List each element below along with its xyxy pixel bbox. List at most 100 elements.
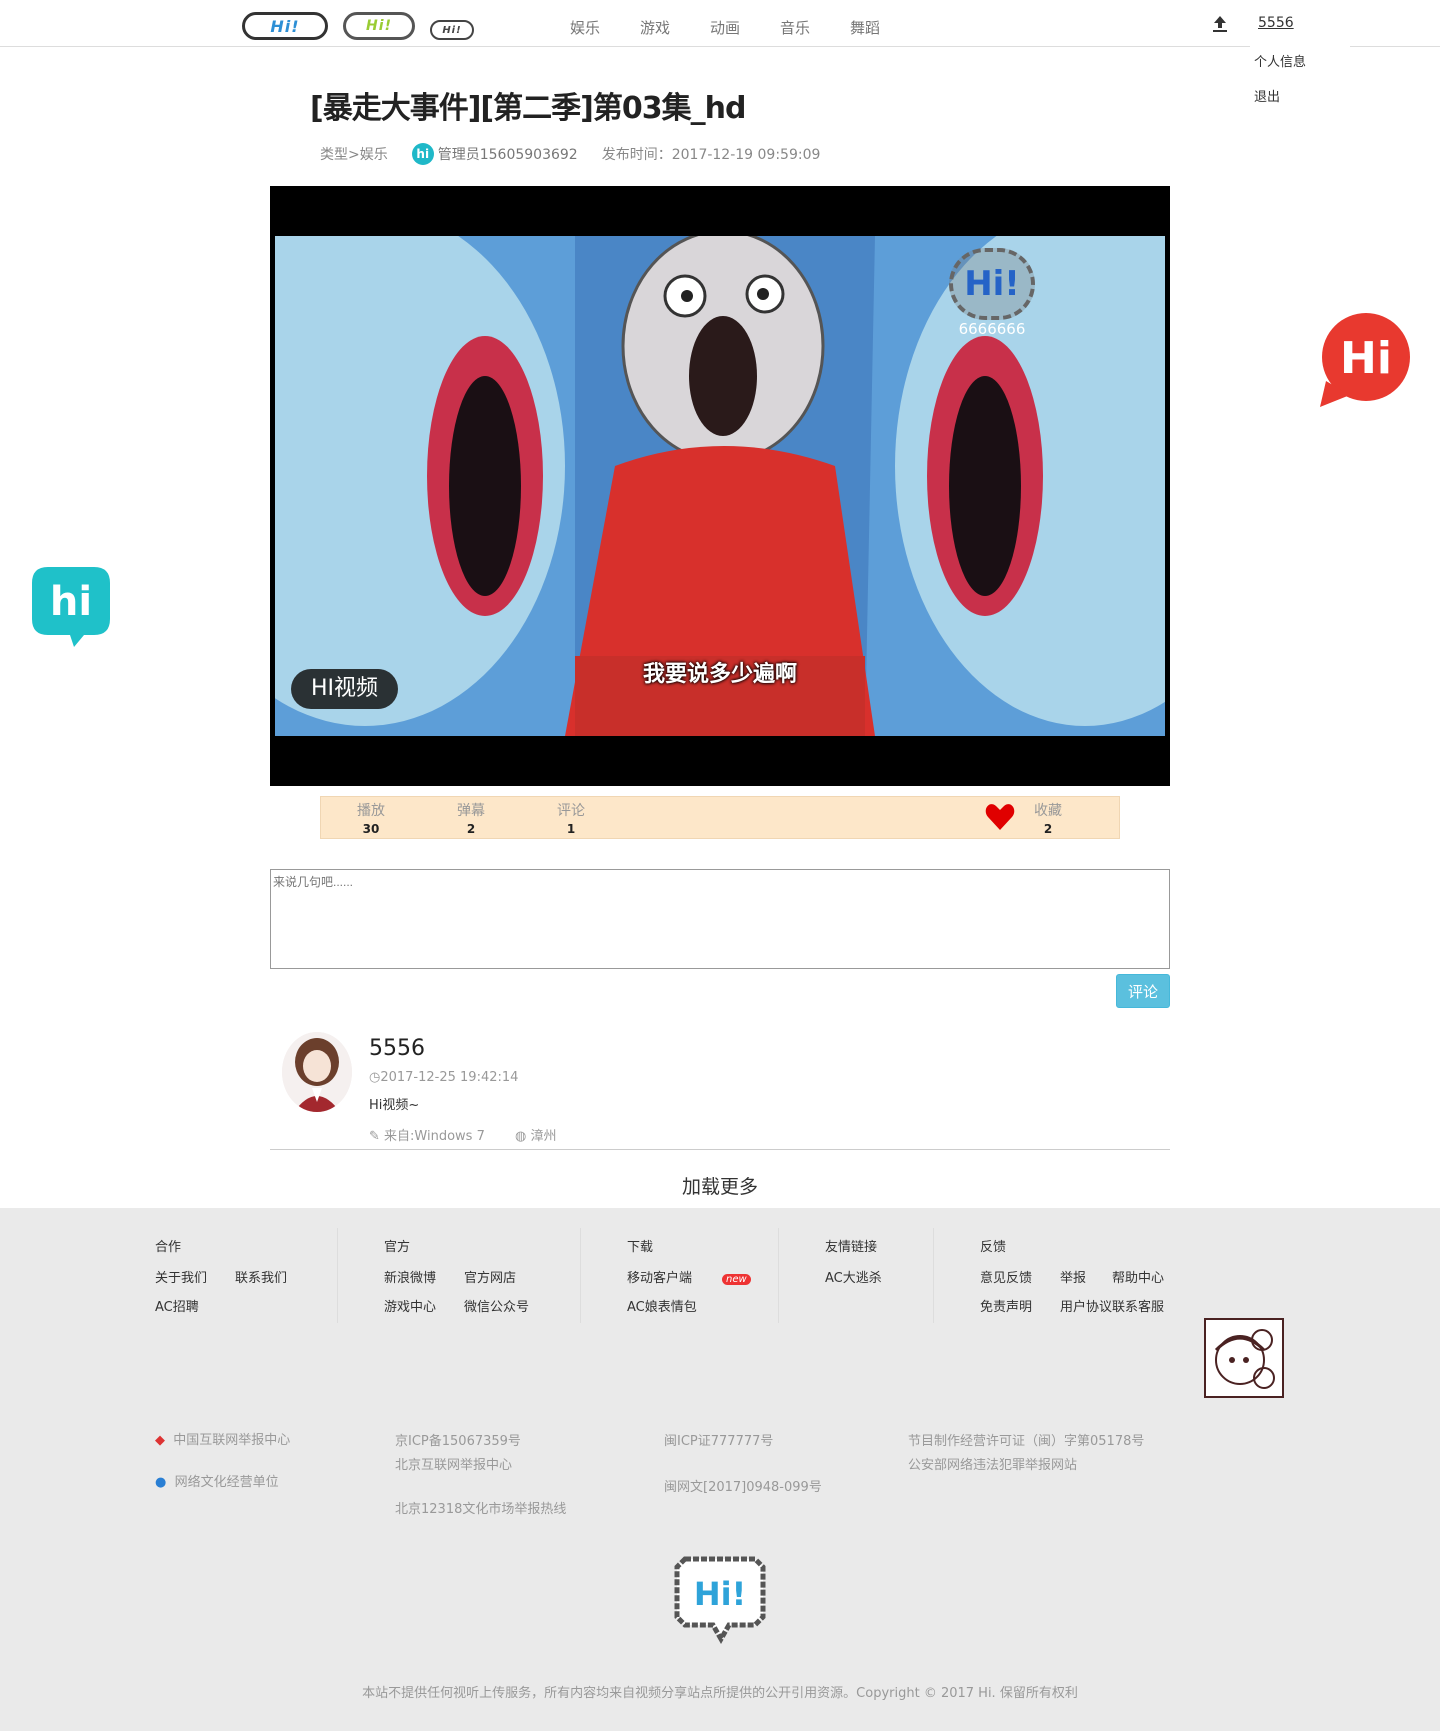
- svg-text:hi: hi: [50, 579, 92, 625]
- footer-link[interactable]: 帮助中心: [1112, 1267, 1192, 1286]
- footer-link[interactable]: 微信公众号: [464, 1296, 544, 1315]
- video-author[interactable]: 管理员15605903692: [438, 144, 578, 164]
- legal-beijing-report[interactable]: 北京互联网举报中心: [395, 1454, 512, 1473]
- stat-label: 收藏: [1034, 803, 1062, 819]
- video-subtitle: 我要说多少遍啊: [642, 662, 797, 687]
- footer-col-title: 合作: [155, 1240, 182, 1255]
- logo-text: Hi!: [366, 18, 392, 34]
- stat-plays: 播放 30: [341, 800, 401, 836]
- watermark-logo: Hi!: [949, 248, 1035, 320]
- comment-input[interactable]: [270, 869, 1170, 969]
- avatar[interactable]: [282, 1032, 352, 1112]
- comment-source-text: 来自:Windows 7: [384, 1129, 485, 1144]
- footer-col-friend-links: 友情链接 AC大逃杀: [825, 1236, 882, 1286]
- legal-culture-unit[interactable]: ● 网络文化经营单位: [155, 1471, 279, 1490]
- hi-chat-bubble-icon[interactable]: Hi: [1316, 311, 1412, 407]
- svg-text:Hi!: Hi!: [694, 1575, 746, 1613]
- footer-col-official: 官方 新浪微博 官方网店 游戏中心 微信公众号: [384, 1236, 544, 1315]
- load-more-button[interactable]: 加载更多: [0, 1172, 1440, 1199]
- menu-item-profile[interactable]: 个人信息: [1250, 46, 1350, 81]
- video-category[interactable]: 类型>娱乐: [320, 144, 388, 164]
- footer-link[interactable]: 移动客户端 new: [627, 1267, 751, 1286]
- comment-time-text: 2017-12-25 19:42:14: [380, 1070, 519, 1085]
- stat-value: 1: [566, 822, 576, 836]
- user-dropdown-menu: 个人信息 退出: [1250, 46, 1350, 116]
- legal-text: 中国互联网举报中心: [173, 1433, 291, 1448]
- video-frame[interactable]: Hi! 6666666 我要说多少遍啊 HI视频: [275, 236, 1165, 736]
- clock-icon: ◷: [369, 1070, 381, 1085]
- footer-col-title: 下载: [627, 1240, 654, 1255]
- publish-time: 发布时间：2017-12-19 09:59:09: [601, 147, 821, 163]
- footer-link[interactable]: 联系我们: [235, 1267, 315, 1286]
- nav-item-music[interactable]: 音乐: [780, 17, 850, 38]
- legal-icp[interactable]: 京ICP备15067359号: [395, 1430, 521, 1449]
- legal-police-report[interactable]: 公安部网络违法犯罪举报网站: [908, 1454, 1077, 1473]
- culture-unit-icon: ●: [155, 1475, 167, 1490]
- nav-item-animation[interactable]: 动画: [710, 17, 780, 38]
- report-center-icon: ◆: [155, 1433, 165, 1448]
- comment-location: ◍ 漳州: [515, 1125, 557, 1144]
- footer-link[interactable]: 关于我们: [155, 1267, 235, 1286]
- author-hi-icon: hi: [411, 143, 434, 165]
- mascot-image: [1204, 1318, 1284, 1398]
- hi-video-badge: HI视频: [291, 669, 399, 709]
- video-meta: 类型>娱乐 hi 管理员15605903692 发布时间：2017-12-19 …: [320, 143, 820, 165]
- stat-label: 播放: [357, 803, 385, 819]
- stat-label: 弹幕: [457, 803, 485, 819]
- hi-chat-bubble-icon[interactable]: hi: [28, 563, 114, 649]
- main-nav: 娱乐 游戏 动画 音乐 舞蹈: [570, 17, 920, 38]
- new-badge: new: [722, 1274, 751, 1285]
- footer-link[interactable]: AC招聘: [155, 1296, 235, 1315]
- video-player[interactable]: Hi! 6666666 我要说多少遍啊 HI视频: [270, 186, 1170, 786]
- menu-item-logout[interactable]: 退出: [1250, 81, 1350, 116]
- legal-icp-cert[interactable]: 闽ICP证777777号: [664, 1430, 773, 1449]
- site-logo-1[interactable]: Hi!: [242, 12, 328, 40]
- site-logo-2[interactable]: Hi!: [343, 12, 415, 40]
- footer-link[interactable]: 举报: [1060, 1267, 1112, 1286]
- comment-text: Hi视频~: [369, 1098, 420, 1113]
- footer-logo: Hi!: [673, 1555, 767, 1645]
- watermark-text: 6666666: [958, 320, 1026, 338]
- footer-link-text: 移动客户端: [627, 1271, 693, 1286]
- stat-favorites: 收藏 2: [1018, 800, 1078, 836]
- nav-item-dance[interactable]: 舞蹈: [850, 17, 920, 38]
- user-name-link[interactable]: 5556: [1258, 15, 1294, 31]
- footer-link[interactable]: 游戏中心: [384, 1296, 464, 1315]
- stat-value: 30: [362, 822, 380, 836]
- nav-item-entertainment[interactable]: 娱乐: [570, 17, 640, 38]
- svg-text:Hi: Hi: [1340, 333, 1392, 384]
- nav-item-games[interactable]: 游戏: [640, 17, 710, 38]
- legal-net-culture[interactable]: 闽网文[2017]0948-099号: [664, 1476, 822, 1495]
- stat-value: 2: [466, 822, 476, 836]
- footer-link[interactable]: 新浪微博: [384, 1267, 464, 1286]
- footer-link[interactable]: 免责声明: [980, 1296, 1060, 1315]
- legal-hotline[interactable]: 北京12318文化市场举报热线: [395, 1498, 566, 1517]
- footer-col-title: 反馈: [980, 1240, 1007, 1255]
- footer-col-download: 下载 移动客户端 new AC娘表情包: [627, 1236, 751, 1315]
- upload-icon[interactable]: [1210, 14, 1230, 34]
- copyright: 本站不提供任何视听上传服务，所有内容均来自视频分享站点所提供的公开引用资源。Co…: [362, 1686, 1078, 1701]
- footer-link[interactable]: 官方网店: [464, 1267, 544, 1286]
- footer-col-title: 友情链接: [825, 1240, 878, 1255]
- footer-link[interactable]: 用户协议: [1060, 1296, 1112, 1315]
- site-logo-3[interactable]: Hi!: [430, 20, 474, 40]
- stat-danmu: 弹幕 2: [441, 800, 501, 836]
- legal-program-license[interactable]: 节目制作经营许可证（闽）字第05178号: [908, 1430, 1144, 1449]
- comment-submit-button[interactable]: 评论: [1116, 974, 1170, 1008]
- heart-icon[interactable]: [984, 801, 1016, 833]
- footer-link[interactable]: 意见反馈: [980, 1267, 1060, 1286]
- legal-text: 网络文化经营单位: [174, 1475, 279, 1490]
- video-watermark: Hi! 6666666: [942, 248, 1042, 338]
- footer-col-feedback: 反馈 意见反馈 举报 帮助中心 免责声明 用户协议 联系客服: [980, 1236, 1192, 1315]
- footer-link[interactable]: AC大逃杀: [825, 1267, 882, 1286]
- footer-link[interactable]: 联系客服: [1112, 1296, 1192, 1315]
- stat-comments: 评论 1: [541, 800, 601, 836]
- comment-author[interactable]: 5556: [369, 1036, 425, 1061]
- footer: 合作 关于我们 联系我们 AC招聘 官方 新浪微博 官方网店 游戏中心 微信公众…: [0, 1208, 1440, 1731]
- comment-time: ◷2017-12-25 19:42:14: [369, 1070, 518, 1085]
- legal-report-center[interactable]: ◆ 中国互联网举报中心: [155, 1429, 290, 1448]
- video-title: [暴走大事件][第二季]第03集_hd: [310, 91, 746, 126]
- footer-link[interactable]: AC娘表情包: [627, 1296, 751, 1315]
- globe-icon: ◍: [515, 1129, 531, 1144]
- stat-label: 评论: [557, 803, 585, 819]
